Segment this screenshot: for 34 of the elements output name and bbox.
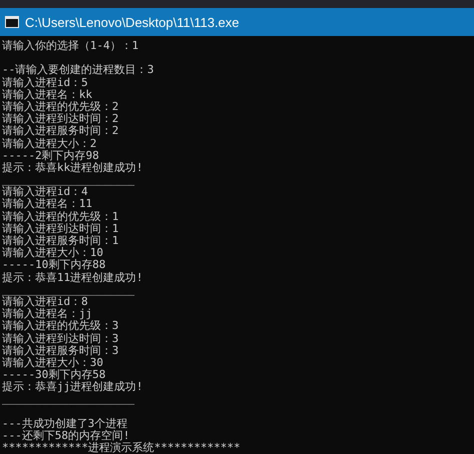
console-line: 请输入进程的优先级：1 bbox=[2, 210, 120, 223]
console-line: --请输入要创建的进程数目：3 bbox=[2, 64, 155, 77]
console-line: 提示：恭喜11进程创建成功! bbox=[2, 272, 144, 284]
console-line: 请输入进程的优先级：3 bbox=[2, 320, 120, 332]
console-line: 请输入进程id：5 bbox=[2, 76, 89, 89]
console-line: -----30剩下内存58 bbox=[2, 369, 106, 382]
console-line: -----10剩下内存88 bbox=[2, 259, 107, 272]
console-line: 请输入进程大小：10 bbox=[2, 247, 104, 260]
window-title: C:\Users\Lenovo\Desktop\11\113.exe bbox=[25, 14, 240, 30]
console-icon bbox=[5, 16, 19, 28]
console-line: 请输入你的选择（1-4）：1 bbox=[2, 40, 140, 52]
console-line: 请输入进程名：11 bbox=[2, 198, 94, 211]
console-line: ---共成功创建了3个进程 bbox=[2, 418, 128, 430]
console-line: 请输入进程到达时间：3 bbox=[2, 332, 120, 345]
console-line: 请输入进程id：4 bbox=[2, 186, 88, 198]
console-line: 请输入进程大小：2 bbox=[2, 138, 98, 150]
console-line: 请输入进程id：8 bbox=[2, 296, 88, 308]
console-line: 提示：恭喜kk进程创建成功! bbox=[2, 162, 144, 174]
console-line: 请输入进程的优先级：2 bbox=[2, 100, 120, 113]
console-line: ____________________ bbox=[2, 174, 136, 186]
console-line: 请输入进程名：jj bbox=[2, 308, 92, 320]
console-line: ____________________ bbox=[2, 284, 136, 296]
console-line: 请输入进程到达时间：2 bbox=[2, 113, 120, 126]
console-line: ____________________ bbox=[2, 393, 136, 406]
console-line: -----2剩下内存98 bbox=[2, 150, 100, 162]
console-line: 请输入进程服务时间：1 bbox=[2, 235, 120, 247]
console-line: *************进程演示系统************* bbox=[2, 442, 242, 454]
console-line: 提示：恭喜jj进程创建成功! bbox=[2, 381, 144, 394]
console-line: 请输入进程大小：30 bbox=[2, 356, 104, 369]
console-line: 请输入进程名：kk bbox=[2, 88, 94, 101]
console-line: ---还剩下58的内存空间! bbox=[2, 430, 131, 442]
console-line: 请输入进程服务时间：2 bbox=[2, 125, 120, 138]
console-line: 请输入进程服务时间：3 bbox=[2, 344, 120, 357]
console-line: 请输入进程到达时间：1 bbox=[2, 222, 120, 235]
